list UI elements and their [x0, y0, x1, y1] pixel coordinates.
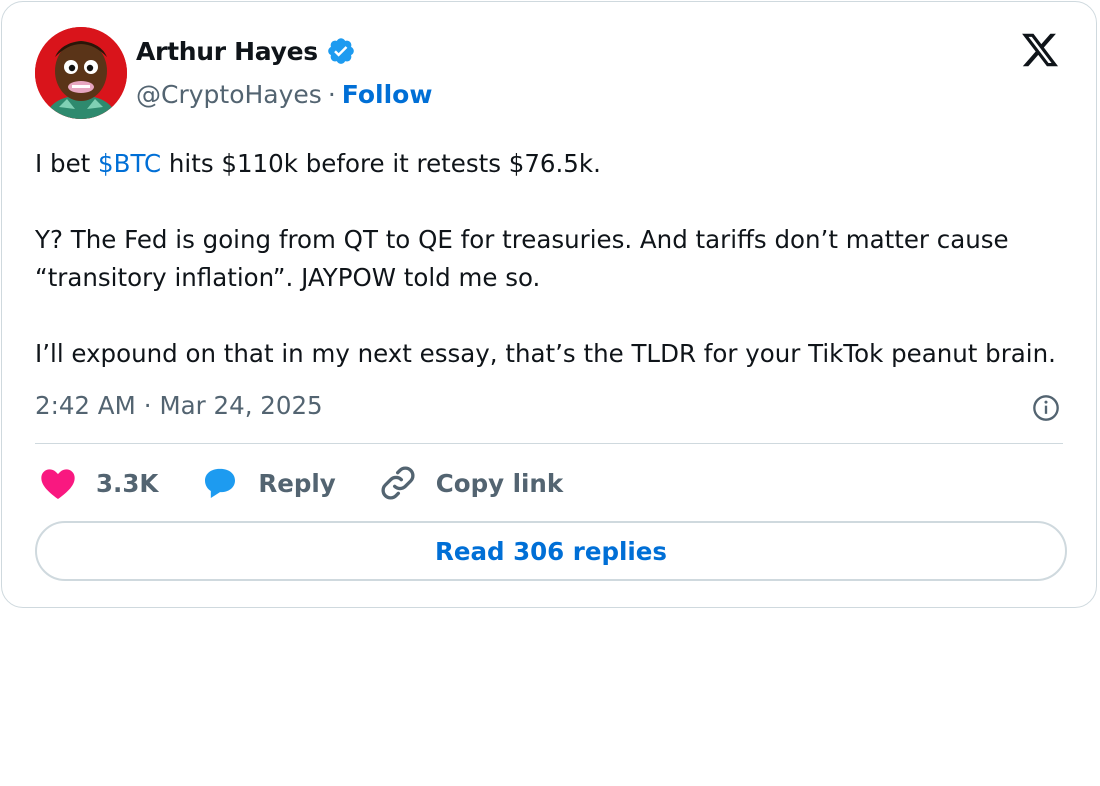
tweet-card: Arthur Hayes @CryptoHayes · Follow I bet… [1, 1, 1097, 608]
tweet-time: 2:42 AM [35, 391, 136, 420]
follow-button[interactable]: Follow [342, 80, 433, 109]
verified-badge-icon [328, 38, 354, 64]
action-bar: 3.3K Reply Copy link [38, 463, 605, 503]
reply-bubble-icon [205, 468, 236, 498]
author-name[interactable]: Arthur Hayes [136, 37, 318, 66]
copy-link-button[interactable]: Copy link [378, 463, 563, 503]
tweet-timestamp[interactable]: 2:42 AM · Mar 24, 2025 [35, 391, 323, 420]
tweet-line-1: I bet $BTC hits $110k before it retests … [35, 145, 1075, 183]
tweet-line-1-suffix: hits $110k before it retests $76.5k. [161, 149, 601, 178]
divider [35, 443, 1063, 444]
author-handle[interactable]: @CryptoHayes [136, 80, 322, 109]
reply-button[interactable]: Reply [200, 463, 336, 503]
heart-icon [41, 469, 75, 499]
tweet-date: Mar 24, 2025 [159, 391, 323, 420]
timestamp-separator: · [143, 391, 152, 420]
author-row: Arthur Hayes [136, 36, 356, 66]
link-icon [381, 466, 415, 500]
read-replies-button[interactable]: Read 306 replies [35, 521, 1067, 581]
cartoon-avatar-icon [35, 27, 127, 119]
tweet-paragraph-3: I’ll expound on that in my next essay, t… [35, 339, 1056, 368]
tweet-text: I bet $BTC hits $110k before it retests … [35, 145, 1075, 373]
cashtag-link[interactable]: $BTC [98, 149, 161, 178]
reply-label: Reply [258, 468, 336, 498]
like-button[interactable]: 3.3K [38, 463, 158, 503]
handle-separator: · [327, 80, 336, 109]
x-logo-icon[interactable] [1018, 30, 1062, 70]
handle-row: @CryptoHayes · Follow [136, 80, 432, 109]
avatar[interactable] [35, 27, 127, 119]
info-icon[interactable] [1032, 394, 1060, 422]
copy-link-label: Copy link [435, 468, 564, 498]
tweet-paragraph-2: Y? The Fed is going from QT to QE for tr… [35, 225, 1009, 292]
like-count: 3.3K [96, 468, 159, 498]
tweet-line-1-prefix: I bet [35, 149, 99, 178]
